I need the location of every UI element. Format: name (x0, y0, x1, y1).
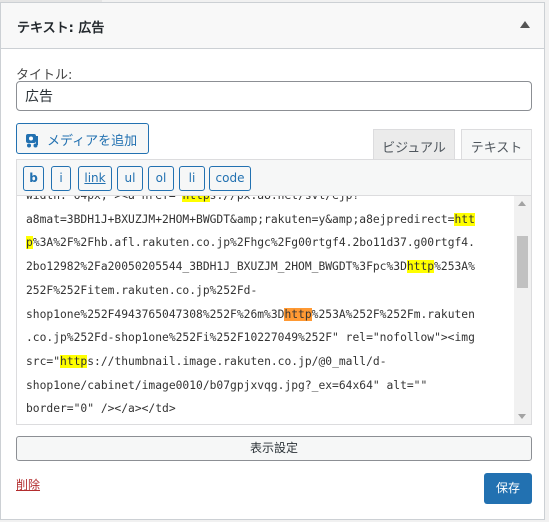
quicktags-toolbar: b i link ul ol li code (16, 159, 532, 196)
code-line: width: 64px;"><a href="https://px.a8.net… (26, 195, 475, 208)
save-button[interactable]: 保存 (484, 473, 532, 504)
quicktag-link-button[interactable]: link (78, 166, 112, 191)
scroll-down-icon[interactable] (518, 414, 526, 419)
code-line: a8mat=3BDH1J+BXUZJM+2HOM+BWGDT&amp;rakut… (26, 208, 475, 232)
widget-title: テキスト: 広告 (17, 21, 105, 36)
code-line: shop1one/cabinet/image0010/b07gpjxvqg.jp… (26, 374, 475, 398)
add-media-button[interactable]: メディアを追加 (16, 123, 149, 154)
code-text: 252F%252Fitem.rakuten.co.jp%252Fd- (26, 283, 258, 297)
delete-link[interactable]: 削除 (16, 476, 40, 493)
tab-text[interactable]: テキスト (461, 129, 532, 160)
code-line: 252F%252Fitem.rakuten.co.jp%252Fd- (26, 279, 475, 303)
quicktag-code-button[interactable]: code (209, 166, 251, 191)
title-input[interactable] (16, 81, 532, 111)
search-highlight: p (26, 236, 33, 250)
quicktag-ul-button[interactable]: ul (117, 166, 143, 191)
code-line: src="https://thumbnail.image.rakuten.co.… (26, 350, 475, 374)
add-media-label: メディアを追加 (47, 134, 138, 149)
code-line: <td style="font-size: 12px; vertical-ali… (26, 421, 475, 424)
code-line: .co.jp%252Fd-shop1one%252Fi%252F10227049… (26, 326, 475, 350)
code-text: shop1one%252F4943765047308%252F%26m%3D (26, 307, 285, 321)
code-text: width: 64px;"><a href=" (26, 195, 183, 202)
code-line: 2bo12982%2Fa20050205544_3BDH1J_BXUZJM_2H… (26, 255, 475, 279)
code-text: a8mat=3BDH1J+BXUZJM+2HOM+BWGDT&amp;rakut… (26, 212, 455, 226)
search-highlight: http (284, 307, 312, 321)
code-text: %3A%2F%2Fhb.afl.rakuten.co.jp%2Fhgc%2Fg0… (32, 236, 475, 250)
display-settings-button[interactable]: 表示設定 (16, 436, 532, 461)
code-text: s://thumbnail.image.rakuten.co.jp/@0_mal… (87, 354, 387, 368)
code-text: 2bo12982%2Fa20050205544_3BDH1J_BXUZJM_2H… (26, 260, 407, 274)
code-text: %253A% (434, 260, 475, 274)
tab-visual[interactable]: ビジュアル (373, 129, 455, 160)
scrollbar[interactable] (514, 196, 531, 424)
code-text: shop1one/cabinet/image0010/b07gpjxvqg.jp… (26, 378, 428, 392)
code-textarea[interactable]: width: 64px;"><a href="https://px.a8.net… (16, 195, 532, 425)
search-highlight: htt (454, 212, 475, 226)
search-highlight: http (60, 354, 88, 368)
quicktag-i-button[interactable]: i (51, 166, 71, 191)
code-text: src=" (26, 354, 61, 368)
code-text: s://px.a8.net/svt/ejp? (209, 195, 360, 202)
quicktag-li-button[interactable]: li (179, 166, 205, 191)
quicktag-ol-button[interactable]: ol (148, 166, 174, 191)
code-content: width: 64px;"><a href="https://px.a8.net… (26, 195, 475, 424)
search-highlight: http (182, 196, 210, 202)
search-highlight: http (406, 260, 435, 274)
code-line: border="0" /></a></td> (26, 397, 475, 421)
code-text: border="0" /></a></td> (26, 402, 176, 416)
code-line: p%3A%2F%2Fhb.afl.rakuten.co.jp%2Fhgc%2Fg… (26, 231, 475, 255)
scroll-up-icon[interactable] (518, 201, 526, 206)
code-line: shop1one%252F4943765047308%252F%26m%3Dht… (26, 303, 475, 327)
widget-header[interactable]: テキスト: 広告 (1, 3, 544, 49)
collapse-arrow-icon[interactable] (520, 21, 530, 28)
media-icon (26, 134, 38, 148)
code-text: .co.jp%252Fd-shop1one%252Fi%252F10227049… (26, 331, 475, 345)
quicktag-b-button[interactable]: b (23, 166, 44, 191)
scrollbar-thumb[interactable] (517, 236, 528, 288)
code-text: %253A%252F%252Fm.rakuten (311, 307, 475, 321)
